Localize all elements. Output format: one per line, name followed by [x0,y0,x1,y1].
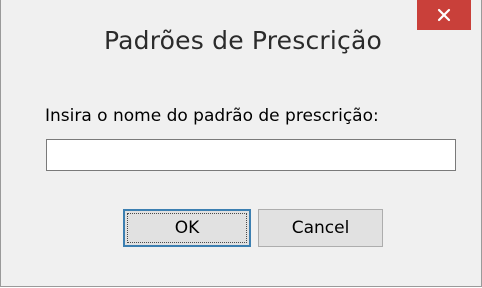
pattern-name-input[interactable] [46,139,456,171]
cancel-button-label: Cancel [291,218,350,238]
dialog-body: Insira o nome do padrão de prescrição: O… [9,76,473,286]
title-bar[interactable]: Padrões de Prescrição [1,0,481,76]
close-icon [437,8,451,22]
dialog-window: Padrões de Prescrição Insira o nome do p… [0,0,482,287]
cancel-button[interactable]: Cancel [258,209,383,247]
ok-button-label: OK [174,218,200,238]
ok-button[interactable]: OK [123,209,251,247]
prompt-label: Insira o nome do padrão de prescrição: [45,106,379,126]
close-button[interactable] [417,0,471,30]
window-title: Padrões de Prescrição [104,26,383,55]
